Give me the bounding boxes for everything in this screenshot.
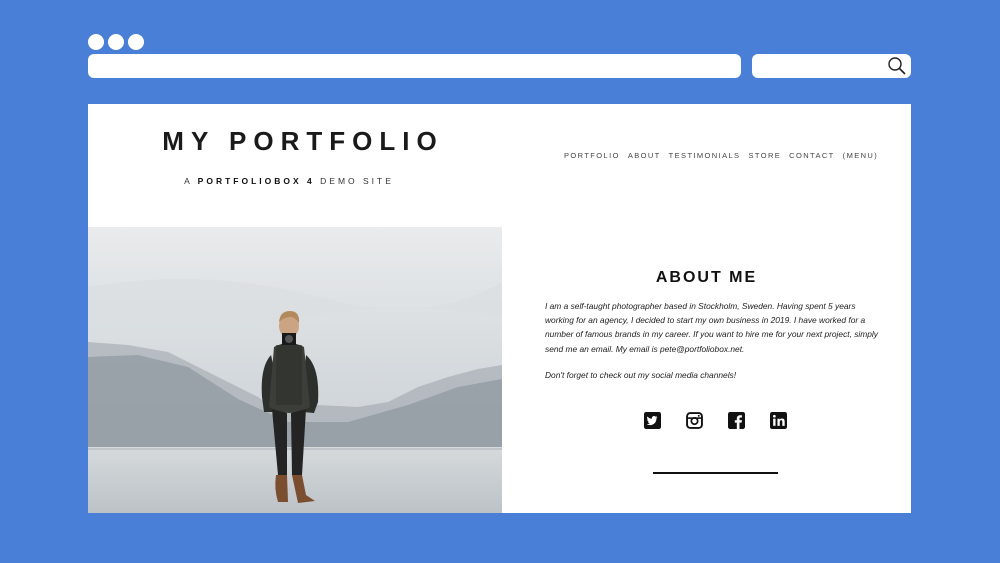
about-social-note: Don't forget to check out my social medi… <box>545 370 737 380</box>
about-section: ABOUT ME I am a self-taught photographer… <box>502 227 911 513</box>
webpage: MY PORTFOLIO A PORTFOLIOBOX 4 DEMO SITE … <box>88 104 911 513</box>
site-tagline: A PORTFOLIOBOX 4 DEMO SITE <box>88 176 490 186</box>
social-links <box>644 412 787 429</box>
nav-item-menu[interactable]: (MENU) <box>843 151 878 160</box>
twitter-icon[interactable] <box>644 412 661 429</box>
photographer-image <box>88 227 502 513</box>
search-icon[interactable] <box>887 56 907 76</box>
main-nav: PORTFOLIO ABOUT TESTIMONIALS STORE CONTA… <box>564 151 878 160</box>
address-bar[interactable] <box>88 54 741 78</box>
nav-item-about[interactable]: ABOUT <box>628 151 661 160</box>
instagram-icon[interactable] <box>686 412 703 429</box>
nav-item-portfolio[interactable]: PORTFOLIO <box>564 151 620 160</box>
search-bar[interactable] <box>752 54 911 78</box>
nav-item-store[interactable]: STORE <box>748 151 781 160</box>
window-dot[interactable] <box>128 34 144 50</box>
linkedin-icon[interactable] <box>770 412 787 429</box>
facebook-icon[interactable] <box>728 412 745 429</box>
tagline-suffix: DEMO SITE <box>320 176 394 186</box>
window-controls <box>88 34 144 50</box>
about-title: ABOUT ME <box>655 269 758 286</box>
section-divider <box>653 472 778 474</box>
hero-photo <box>88 227 502 513</box>
window-dot[interactable] <box>88 34 104 50</box>
window-dot[interactable] <box>108 34 124 50</box>
about-paragraph: I am a self-taught photographer based in… <box>545 301 878 354</box>
site-logo[interactable]: MY PORTFOLIO <box>88 126 518 157</box>
tagline-brand: PORTFOLIOBOX 4 <box>197 176 315 186</box>
nav-item-testimonials[interactable]: TESTIMONIALS <box>669 151 741 160</box>
tagline-prefix: A <box>184 176 193 186</box>
nav-item-contact[interactable]: CONTACT <box>789 151 835 160</box>
